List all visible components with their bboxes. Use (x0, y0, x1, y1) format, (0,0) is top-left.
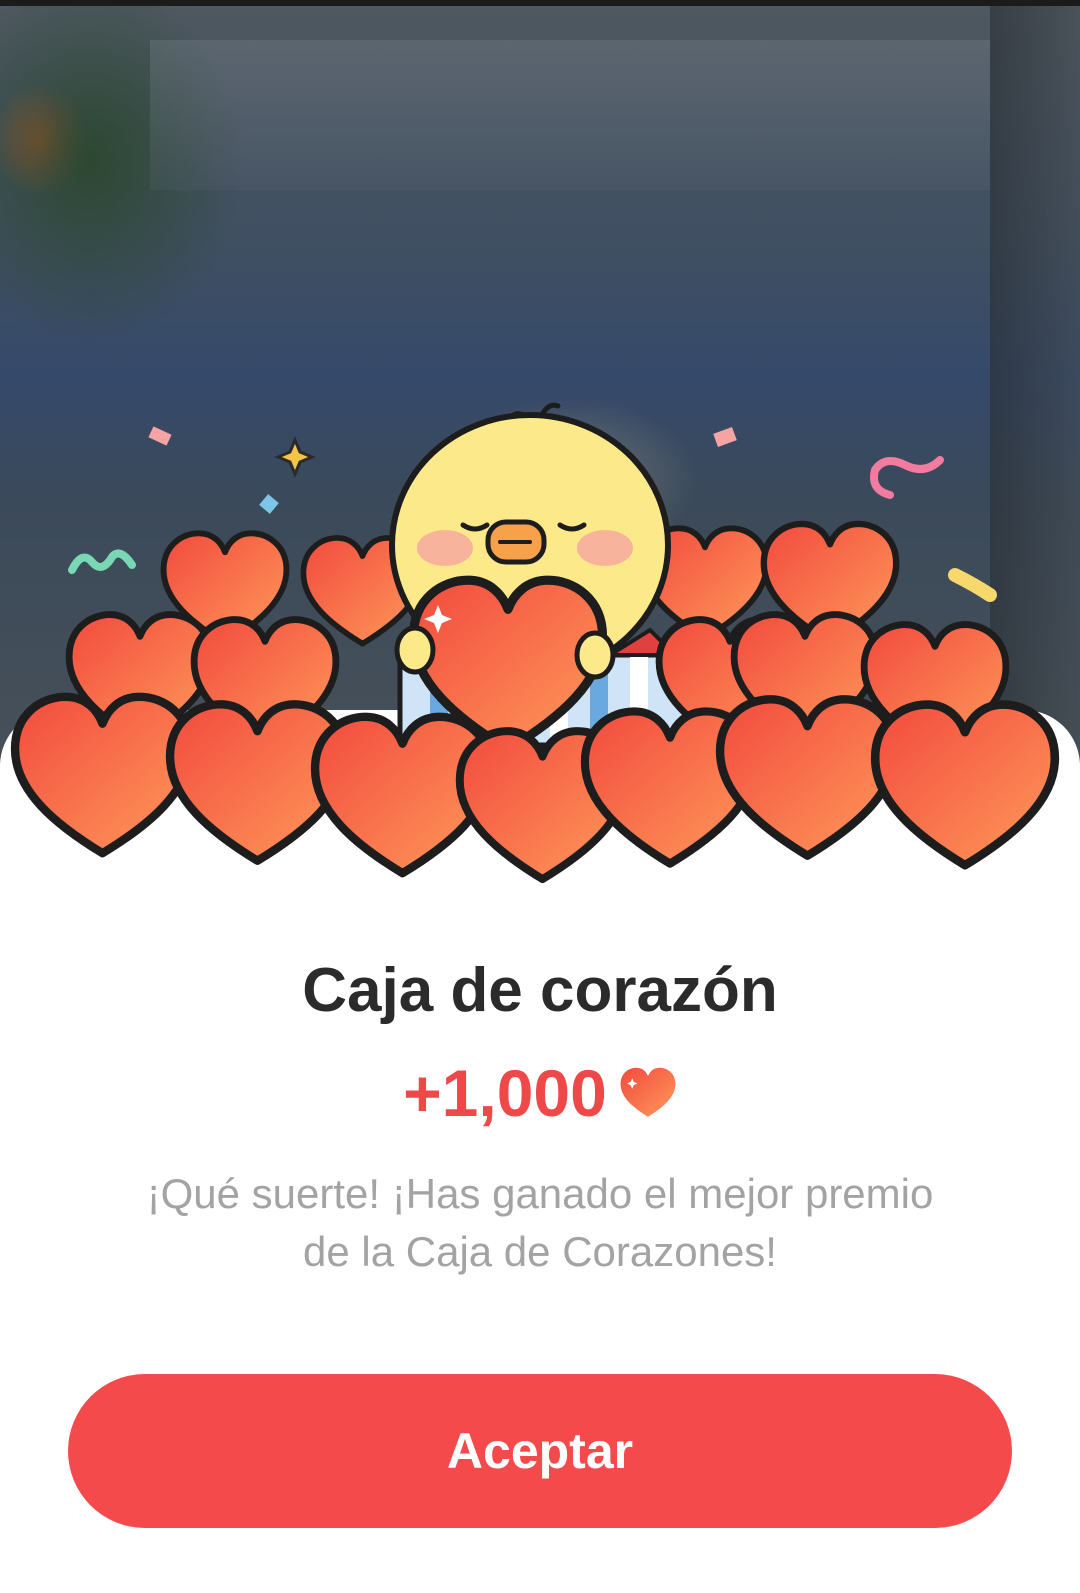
reward-row: +1,000 (0, 1055, 1080, 1131)
reward-message-line1: ¡Qué suerte! ¡Has ganado el mejor premio (146, 1170, 934, 1217)
accept-button[interactable]: Aceptar (68, 1374, 1012, 1528)
background-window (150, 40, 990, 190)
reward-message: ¡Qué suerte! ¡Has ganado el mejor premio… (60, 1165, 1020, 1281)
chick-hearts-illustration (0, 402, 1080, 910)
popup-title: Caja de corazón (302, 956, 778, 1025)
reward-message-line2: de la Caja de Corazones! (303, 1228, 777, 1275)
status-bar-strip (0, 0, 1080, 6)
reward-amount: +1,000 (403, 1056, 607, 1130)
heart-icon (620, 1067, 676, 1117)
